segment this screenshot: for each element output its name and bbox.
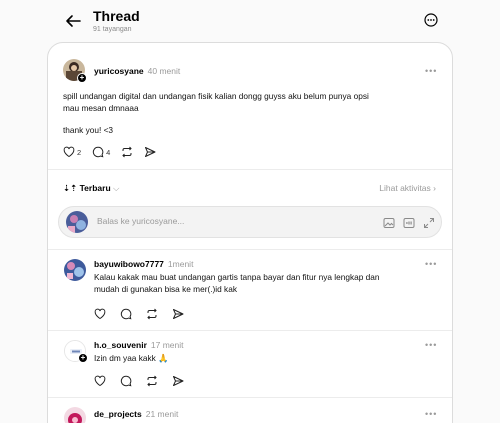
comment-icon (120, 308, 132, 320)
view-activity-link[interactable]: Lihat aktivitas › (379, 183, 436, 193)
like-button[interactable] (94, 375, 106, 387)
comment-username[interactable]: de_projects (94, 409, 142, 419)
thread-header: Thread 91 tayangan (0, 0, 500, 42)
comment-body: Kalau kakak mau buat undangan gartis tan… (94, 272, 380, 294)
comment-button[interactable]: 4 (92, 146, 110, 158)
heart-icon (63, 146, 75, 158)
current-user-avatar (66, 211, 88, 233)
sort-icon: ⇣⇡ (63, 183, 78, 193)
heart-icon (94, 308, 106, 320)
chevron-right-icon: › (433, 183, 436, 193)
comment-username[interactable]: bayuwibowo7777 (94, 259, 164, 269)
comment-button[interactable] (120, 375, 132, 387)
comment-icon (120, 375, 132, 387)
divider (48, 169, 452, 170)
comment-actions (94, 307, 195, 321)
comment-more-icon[interactable]: ••• (425, 341, 437, 350)
repost-button[interactable] (146, 375, 158, 387)
comment-username[interactable]: h.o_souvenir (94, 340, 147, 350)
post-more-icon[interactable]: ••• (425, 67, 437, 76)
comment-time: 1menit (167, 259, 194, 269)
post-time: 40 menit (147, 66, 181, 76)
repost-button[interactable] (121, 146, 133, 158)
share-icon (145, 147, 156, 157)
repost-icon (147, 308, 157, 320)
post-body-signoff: thank you! <3 (63, 125, 114, 135)
reply-box (58, 206, 442, 238)
share-button[interactable] (144, 146, 156, 158)
comment-button[interactable] (120, 308, 132, 320)
repost-button[interactable] (146, 308, 158, 320)
gif-icon[interactable] (403, 217, 415, 229)
like-count: 2 (77, 147, 82, 157)
post-body: spill undangan digital dan undangan fisi… (63, 91, 369, 113)
chevron-down-icon: ⌵ (113, 183, 120, 193)
follow-plus-icon[interactable]: + (78, 353, 88, 363)
comment-actions (94, 374, 195, 388)
comment-more-icon[interactable]: ••• (425, 260, 437, 269)
divider (48, 330, 452, 331)
sort-label: Terbaru (79, 183, 111, 193)
share-icon (173, 309, 184, 319)
avatar[interactable] (64, 407, 86, 423)
view-count: 91 tayangan (93, 26, 132, 33)
thread-card: + yuricosyane 40 menit ••• spill undangan… (47, 42, 453, 423)
expand-icon[interactable] (423, 217, 435, 229)
like-button[interactable]: 2 (63, 146, 81, 158)
share-button[interactable] (172, 308, 184, 320)
comment-time: 17 menit (150, 340, 184, 350)
follow-plus-icon[interactable]: + (77, 73, 87, 83)
comment-body: Izin dm yaa kakk 🙏 (94, 353, 169, 363)
page-title: Thread (93, 8, 140, 24)
post-actions: 2 4 (63, 145, 167, 159)
more-circle-icon[interactable] (424, 13, 438, 27)
post-username[interactable]: yuricosyane (94, 66, 144, 76)
sort-dropdown[interactable]: ⇣⇡ Terbaru ⌵ (63, 183, 119, 193)
image-icon[interactable] (383, 217, 395, 229)
share-icon (173, 376, 184, 386)
heart-icon (94, 375, 106, 387)
like-button[interactable] (94, 308, 106, 320)
divider (48, 397, 452, 398)
share-button[interactable] (172, 375, 184, 387)
divider (48, 249, 452, 250)
comment-more-icon[interactable]: ••• (425, 410, 437, 419)
comment-time: 21 menit (145, 409, 179, 419)
avatar[interactable] (64, 259, 86, 281)
back-arrow-icon[interactable] (64, 12, 82, 30)
reply-input[interactable] (97, 216, 327, 226)
repost-icon (147, 375, 157, 387)
repost-icon (122, 146, 133, 158)
comment-icon (93, 146, 104, 158)
comment-count: 4 (106, 147, 111, 157)
